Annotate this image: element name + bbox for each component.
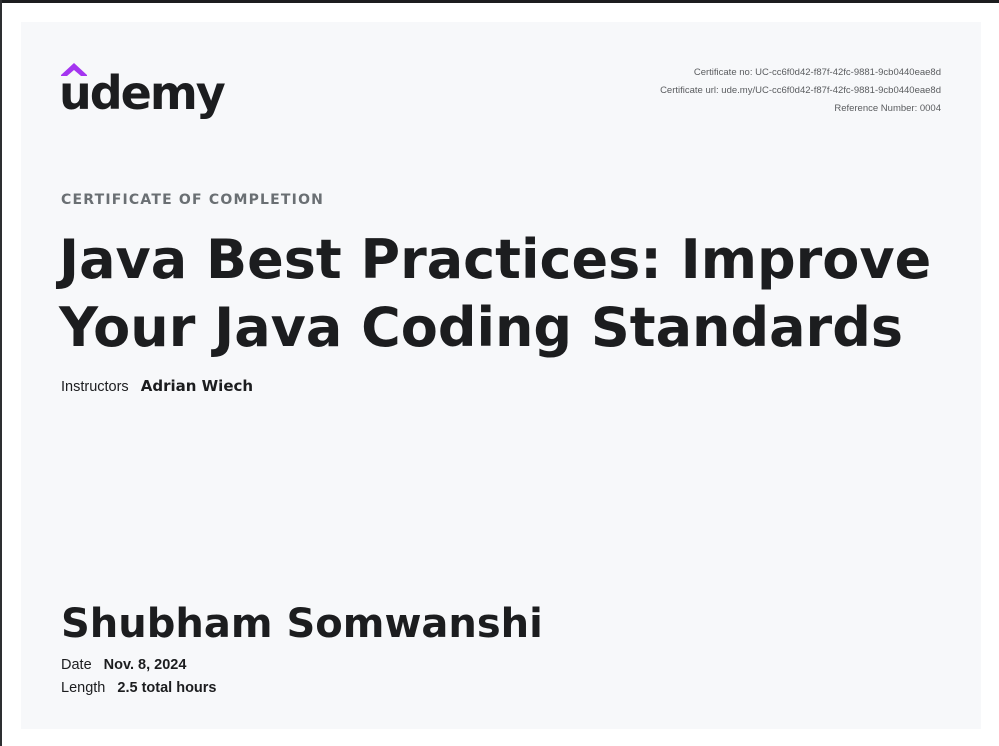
left-border [0,0,2,746]
length-label: Length [61,680,106,696]
top-border [0,0,999,3]
certificate-meta: Certificate no: UC-cc6f0d42-f87f-42fc-98… [660,64,941,118]
date-row: Date Nov. 8, 2024 [61,657,186,673]
date-label: Date [61,657,92,673]
certificate-card: udemy Certificate no: UC-cc6f0d42-f87f-4… [21,22,981,729]
date-value: Nov. 8, 2024 [103,657,187,673]
instructors-value: Adrian Wiech [140,377,254,395]
certificate-number: Certificate no: UC-cc6f0d42-f87f-42fc-98… [693,67,941,78]
length-row: Length 2.5 total hours [61,680,217,696]
instructors-label: Instructors [61,379,129,395]
course-title: Java Best Practices: Improve Your Java C… [59,226,959,362]
reference-number: Reference Number: 0004 [834,103,941,114]
length-value: 2.5 total hours [117,680,217,696]
certificate-url: Certificate url: ude.my/UC-cc6f0d42-f87f… [660,85,941,96]
course-title-line-2: Your Java Coding Standards [59,296,903,359]
udemy-chevron-icon [61,63,87,76]
recipient-name: Shubham Somwanshi [61,601,543,647]
course-title-line-1: Java Best Practices: Improve [59,228,932,291]
instructors-row: Instructors Adrian Wiech [61,377,253,395]
certificate-eyebrow: CERTIFICATE OF COMPLETION [61,192,325,208]
udemy-logo: udemy [59,62,229,124]
